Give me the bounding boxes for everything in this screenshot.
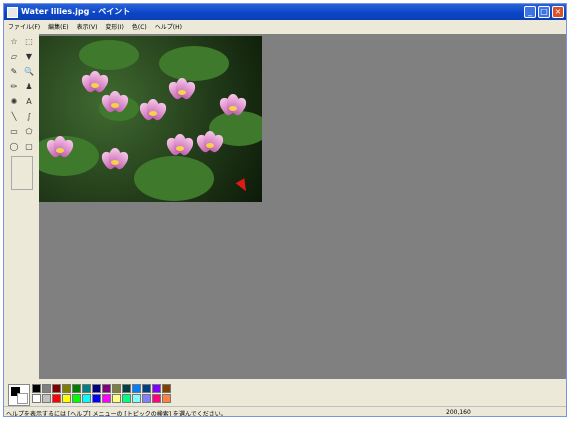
ellipse-icon[interactable]: ◯	[7, 140, 21, 154]
cursor-coordinates: 200,160	[446, 409, 471, 416]
color-swatches	[32, 384, 171, 403]
color-swatch[interactable]	[142, 394, 151, 403]
lily-flower	[98, 91, 132, 114]
status-bar: ヘルプを表示するには [ヘルプ] メニューの [トピックの検索] を選んでくださ…	[4, 406, 566, 417]
text-icon[interactable]: A	[22, 95, 36, 109]
lily-pad	[79, 40, 139, 70]
lily-flower	[78, 71, 112, 94]
color-swatch[interactable]	[162, 394, 171, 403]
lily-pad	[134, 156, 214, 201]
line-icon[interactable]: ╲	[7, 110, 21, 124]
airbrush-icon[interactable]: ✺	[7, 95, 21, 109]
menu-bar: ファイル(F) 編集(E) 表示(V) 変形(I) 色(C) ヘルプ(H)	[4, 20, 566, 32]
current-colors[interactable]	[8, 384, 30, 406]
curve-icon[interactable]: ∫	[22, 110, 36, 124]
color-swatch[interactable]	[112, 394, 121, 403]
menu-file[interactable]: ファイル(F)	[4, 22, 44, 31]
color-swatch[interactable]	[32, 394, 41, 403]
brush-icon[interactable]: ♟	[22, 80, 36, 94]
color-swatch[interactable]	[82, 384, 91, 393]
color-swatch[interactable]	[102, 394, 111, 403]
color-swatch[interactable]	[42, 394, 51, 403]
color-swatch[interactable]	[32, 384, 41, 393]
lily-flower	[98, 148, 132, 171]
rect-select-icon[interactable]: ⬚	[22, 35, 36, 49]
tool-box: ☆ ⬚ ▱ ▼ ✎ 🔍 ✏ ♟ ✺ A ╲ ∫ ▭ ⬠ ◯ ▢	[6, 34, 36, 379]
lily-flower	[43, 136, 77, 159]
lily-flower	[163, 134, 197, 157]
color-swatch[interactable]	[52, 384, 61, 393]
title-bar[interactable]: Water lilies.jpg - ペイント _ □ ×	[4, 4, 566, 20]
rectangle-icon[interactable]: ▭	[7, 125, 21, 139]
water-lilies-image[interactable]	[39, 36, 262, 202]
magnifier-icon[interactable]: 🔍	[22, 65, 36, 79]
color-swatch[interactable]	[132, 394, 141, 403]
rounded-rect-icon[interactable]: ▢	[22, 140, 36, 154]
color-swatch[interactable]	[72, 394, 81, 403]
color-swatch[interactable]	[122, 384, 131, 393]
eyedropper-icon[interactable]: ✎	[7, 65, 21, 79]
menu-image[interactable]: 変形(I)	[101, 22, 127, 31]
background-color	[17, 393, 28, 404]
menu-help[interactable]: ヘルプ(H)	[151, 22, 186, 31]
free-select-icon[interactable]: ☆	[7, 35, 21, 49]
color-swatch[interactable]	[142, 384, 151, 393]
color-swatch[interactable]	[132, 384, 141, 393]
maximize-button[interactable]: □	[538, 6, 550, 18]
color-swatch[interactable]	[152, 394, 161, 403]
color-swatch[interactable]	[152, 384, 161, 393]
color-swatch[interactable]	[62, 394, 71, 403]
color-swatch[interactable]	[42, 384, 51, 393]
mouse-cursor-icon	[235, 178, 251, 194]
color-swatch[interactable]	[92, 394, 101, 403]
lily-pad	[159, 46, 229, 81]
close-button[interactable]: ×	[552, 6, 564, 18]
color-swatch[interactable]	[52, 394, 61, 403]
color-swatch[interactable]	[112, 384, 121, 393]
polygon-icon[interactable]: ⬠	[22, 125, 36, 139]
color-swatch[interactable]	[102, 384, 111, 393]
color-swatch[interactable]	[72, 384, 81, 393]
fill-icon[interactable]: ▼	[22, 50, 36, 64]
paint-window: Water lilies.jpg - ペイント _ □ × ファイル(F) 編集…	[3, 3, 567, 417]
lily-flower	[165, 78, 199, 101]
menu-colors[interactable]: 色(C)	[128, 22, 151, 31]
menu-view[interactable]: 表示(V)	[73, 22, 102, 31]
tool-options-box[interactable]	[11, 156, 33, 190]
canvas-area[interactable]	[39, 34, 566, 379]
pencil-icon[interactable]: ✏	[7, 80, 21, 94]
color-swatch[interactable]	[122, 394, 131, 403]
color-swatch[interactable]	[82, 394, 91, 403]
lily-flower	[216, 94, 250, 117]
lily-flower	[193, 131, 227, 154]
status-help-text: ヘルプを表示するには [ヘルプ] メニューの [トピックの検索] を選んでくださ…	[6, 411, 227, 417]
window-title: Water lilies.jpg - ペイント	[21, 7, 131, 16]
paint-app-icon	[7, 7, 18, 18]
color-palette	[4, 380, 566, 406]
color-swatch[interactable]	[62, 384, 71, 393]
eraser-icon[interactable]: ▱	[7, 50, 21, 64]
tool-grid: ☆ ⬚ ▱ ▼ ✎ 🔍 ✏ ♟ ✺ A ╲ ∫ ▭ ⬠ ◯ ▢	[6, 34, 36, 155]
menu-edit[interactable]: 編集(E)	[44, 22, 72, 31]
minimize-button[interactable]: _	[524, 6, 536, 18]
color-swatch[interactable]	[92, 384, 101, 393]
color-swatch[interactable]	[162, 384, 171, 393]
lily-flower	[136, 99, 170, 122]
